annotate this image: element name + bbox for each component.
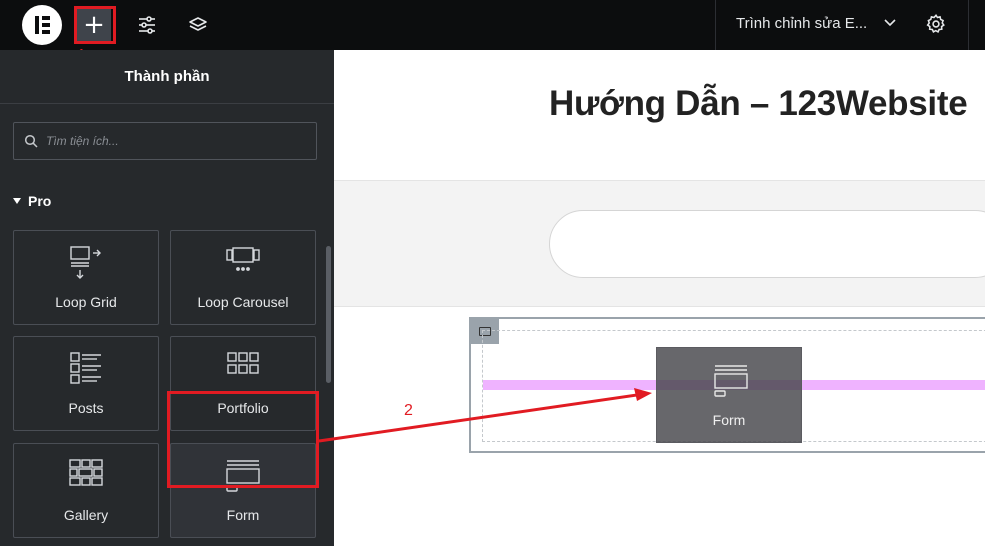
document-title[interactable]: Trình chỉnh sửa E... — [736, 15, 867, 32]
search-input[interactable] — [46, 123, 306, 159]
pro-section-toggle[interactable]: Pro — [13, 193, 51, 209]
topbar-divider — [968, 0, 969, 50]
widget-search-box[interactable] — [13, 122, 317, 160]
header-section — [334, 180, 985, 307]
panel-title: Thành phần — [0, 50, 334, 104]
drag-widget-label: Form — [712, 412, 746, 428]
loop-carousel-icon — [226, 247, 260, 271]
chevron-down-icon[interactable] — [883, 16, 897, 30]
widget-loop-carousel[interactable]: Loop Carousel — [170, 230, 316, 325]
page-heading: Hướng Dẫn – 123Website — [549, 84, 968, 123]
portfolio-icon — [227, 352, 259, 374]
step-2-label: 2 — [404, 402, 413, 419]
gallery-icon — [69, 459, 103, 486]
widget-label: Gallery — [63, 507, 109, 523]
panel-scrollbar[interactable] — [326, 246, 331, 383]
caret-down-icon — [13, 198, 21, 204]
search-pill[interactable] — [549, 210, 985, 278]
topbar-divider — [715, 0, 716, 50]
widget-label: Loop Carousel — [197, 294, 289, 310]
dragged-form-widget[interactable]: Form — [656, 347, 802, 443]
highlight-box-step-1 — [74, 6, 116, 44]
gear-icon[interactable] — [925, 13, 947, 35]
widget-label: Loop Grid — [55, 294, 117, 310]
widget-label: Posts — [68, 400, 104, 416]
form-icon — [714, 365, 748, 397]
site-settings-button[interactable] — [130, 8, 164, 42]
structure-button[interactable] — [181, 8, 215, 42]
section-label: Pro — [28, 193, 52, 209]
layers-icon — [189, 17, 207, 31]
highlight-box-form-widget — [167, 391, 319, 488]
loop-grid-icon — [70, 246, 101, 279]
editor-topbar: + Trình chỉnh sửa E... — [0, 0, 985, 50]
elementor-logo-icon[interactable] — [22, 5, 62, 45]
sliders-icon — [139, 16, 155, 34]
preview-canvas: Hướng Dẫn – 123Website Form — [334, 50, 985, 546]
container-element[interactable]: Form — [469, 317, 985, 453]
search-icon — [24, 134, 38, 148]
widget-gallery[interactable]: Gallery — [13, 443, 159, 538]
posts-icon — [70, 352, 101, 384]
widget-label: Form — [226, 507, 260, 523]
widget-posts[interactable]: Posts — [13, 336, 159, 431]
widget-loop-grid[interactable]: Loop Grid — [13, 230, 159, 325]
